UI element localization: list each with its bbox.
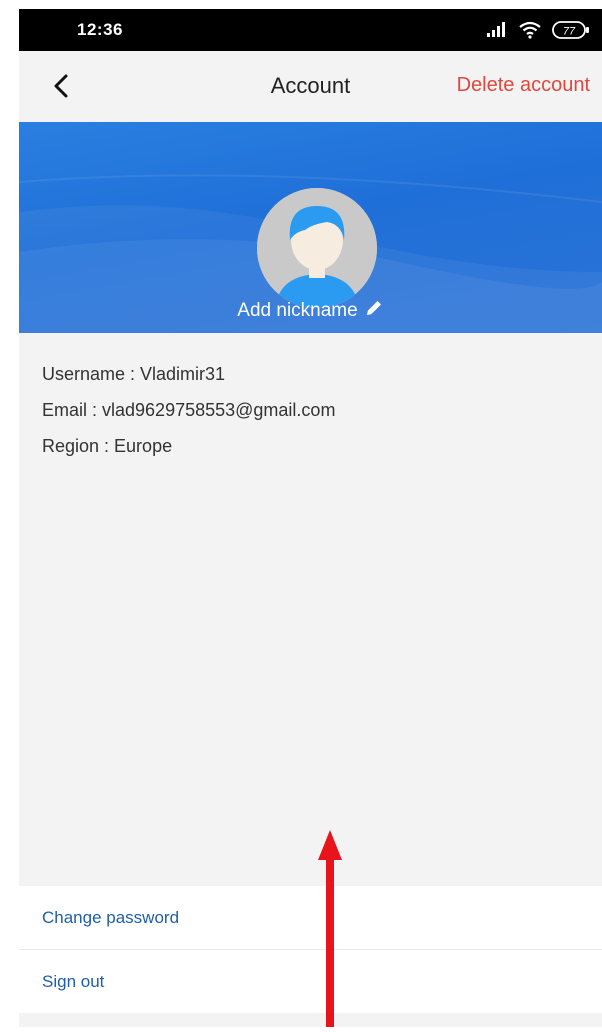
change-password-button[interactable]: Change password [19, 886, 602, 949]
app-header: Account Delete account [19, 51, 602, 122]
bottom-strip [19, 1013, 602, 1027]
nickname-label: Add nickname [237, 300, 358, 322]
battery-level: 77 [563, 26, 576, 38]
region-text: Region : Europe [42, 436, 173, 456]
add-nickname-button[interactable]: Add nickname [19, 298, 602, 324]
phone-screen: 12:36 77 Account Delete account Add nick… [19, 9, 602, 1027]
sign-out-button[interactable]: Sign out [19, 950, 602, 1013]
email-text: Email : vlad9629758553@gmail.com [42, 400, 336, 420]
account-info: Username : Vladimir31 Email : vlad962975… [19, 333, 602, 886]
signal-icon [486, 22, 508, 38]
wifi-icon [518, 21, 542, 39]
avatar-icon [257, 188, 377, 308]
profile-banner: Add nickname [19, 122, 602, 333]
delete-account-button[interactable]: Delete account [457, 74, 590, 97]
red-arrow-up-icon [317, 830, 343, 1032]
account-menu: Change password Sign out [19, 886, 602, 1013]
pencil-icon [364, 298, 384, 324]
status-icons: 77 [486, 18, 590, 42]
avatar[interactable] [257, 188, 377, 308]
status-bar: 12:36 77 [19, 9, 602, 51]
username-text: Username : Vladimir31 [42, 364, 226, 384]
battery-icon: 77 [552, 20, 590, 40]
status-time: 12:36 [77, 20, 123, 39]
